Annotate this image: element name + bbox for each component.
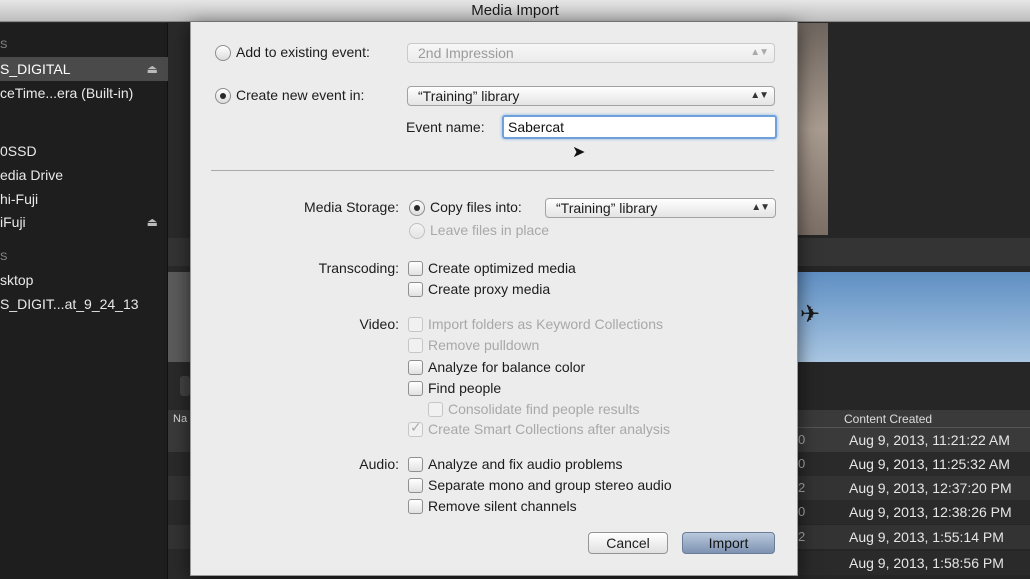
table-row[interactable]: 0 Aug 9, 2013, 12:38:26 PM (798, 500, 1030, 524)
media-storage-label: Media Storage: (304, 199, 399, 215)
audio-label: Audio: (359, 456, 399, 472)
browser-control[interactable] (180, 376, 190, 396)
find-people-label: Find people (428, 380, 502, 396)
sidebar-item-facetime-camera[interactable]: ceTime...era (Built-in) (0, 81, 168, 105)
create-new-event-label: Create new event in: (236, 87, 365, 103)
import-folders-label: Import folders as Keyword Collections (428, 316, 663, 332)
sidebar-section-header: S (0, 39, 8, 51)
preview-image (798, 23, 828, 235)
create-smart-collections-checkbox[interactable] (408, 419, 423, 437)
separate-mono-checkbox[interactable] (408, 478, 423, 493)
analyze-audio-checkbox[interactable] (408, 457, 423, 472)
existing-event-popup: 2nd Impression ▲▼ (407, 43, 775, 63)
table-row[interactable]: Aug 9, 2013, 1:58:56 PM (798, 551, 1030, 575)
create-optimized-label: Create optimized media (428, 260, 576, 276)
table-row-left[interactable] (168, 428, 190, 452)
sidebar-item-desktop[interactable]: sktop (0, 268, 168, 292)
import-folders-checkbox[interactable] (408, 317, 423, 332)
leave-files-label: Leave files in place (430, 222, 550, 238)
sidebar-item-s-digit-archive[interactable]: S_DIGIT...at_9_24_13 (0, 292, 168, 316)
sidebar-item-fuji[interactable]: iFuji ⏏ (0, 210, 168, 234)
remove-silent-checkbox[interactable] (408, 499, 423, 514)
video-label: Video: (359, 316, 399, 332)
copy-files-library-popup[interactable]: “Training” library ▲▼ (545, 198, 776, 218)
sidebar-item-s-digital[interactable]: S_DIGITAL ⏏ (0, 57, 168, 81)
remove-pulldown-checkbox[interactable] (408, 338, 423, 353)
event-name-field[interactable]: Sabercat (502, 115, 777, 139)
sidebar-item-hi-fuji[interactable]: hi-Fuji (0, 187, 168, 211)
table-row[interactable]: 0 Aug 9, 2013, 11:21:22 AM (798, 428, 1030, 452)
remove-pulldown-label: Remove pulldown (428, 337, 540, 353)
find-people-checkbox[interactable] (408, 381, 423, 396)
create-optimized-checkbox[interactable] (408, 261, 423, 276)
popup-arrows-icon: ▲▼ (750, 90, 769, 101)
remove-silent-label: Remove silent channels (428, 498, 577, 514)
popup-arrows-icon: ▲▼ (750, 47, 769, 58)
window-title: Media Import (0, 0, 1030, 22)
popup-arrows-icon: ▲▼ (751, 202, 770, 213)
table-row[interactable]: 2 Aug 9, 2013, 1:55:14 PM (798, 525, 1030, 549)
sidebar-item-blank (0, 113, 168, 137)
create-proxy-label: Create proxy media (428, 281, 551, 297)
analyze-balance-checkbox[interactable] (408, 360, 423, 375)
filmstrip-thumbnail (798, 272, 1030, 362)
import-options-sheet: Add to existing event: 2nd Impression ▲▼ … (190, 22, 798, 576)
new-event-library-popup[interactable]: “Training” library ▲▼ (407, 86, 775, 106)
sidebar-item-ssd[interactable]: 0SSD (0, 139, 168, 163)
add-existing-event-radio[interactable] (215, 45, 231, 61)
section-divider (211, 170, 774, 171)
sidebar-section-header: S (0, 251, 8, 263)
consolidate-people-checkbox[interactable] (428, 402, 443, 417)
mouse-pointer-icon: ➤ (572, 144, 586, 161)
leave-files-radio[interactable] (409, 223, 425, 239)
copy-files-label: Copy files into: (430, 199, 522, 215)
analyze-balance-label: Analyze for balance color (428, 359, 586, 375)
analyze-audio-label: Analyze and fix audio problems (428, 456, 623, 472)
import-sidebar: S S_DIGITAL ⏏ ceTime...era (Built-in) 0S… (0, 23, 168, 579)
table-row-left[interactable] (168, 525, 190, 549)
helicopter-thumbnail-icon: ✈ (800, 301, 821, 328)
create-proxy-checkbox[interactable] (408, 282, 423, 297)
sidebar-item-media-drive[interactable]: edia Drive (0, 163, 168, 187)
add-existing-event-label: Add to existing event: (236, 44, 370, 60)
create-smart-collections-label: Create Smart Collections after analysis (428, 421, 670, 437)
column-header-content-created[interactable]: Content Created (798, 410, 1030, 428)
table-row[interactable]: 2 Aug 9, 2013, 12:37:20 PM (798, 476, 1030, 500)
separate-mono-label: Separate mono and group stereo audio (428, 477, 672, 493)
consolidate-people-label: Consolidate find people results (448, 401, 640, 417)
transcoding-label: Transcoding: (318, 260, 399, 276)
filmstrip-thumbnail-left (168, 272, 190, 362)
eject-icon[interactable]: ⏏ (147, 57, 158, 81)
column-header-name[interactable]: Na (168, 410, 190, 428)
import-button[interactable]: Import (682, 532, 775, 554)
table-row-left[interactable] (168, 476, 190, 500)
event-name-label: Event name: (406, 119, 485, 135)
copy-files-radio[interactable] (409, 200, 425, 216)
table-row[interactable]: 0 Aug 9, 2013, 11:25:32 AM (798, 452, 1030, 476)
cancel-button[interactable]: Cancel (588, 532, 668, 554)
create-new-event-radio[interactable] (215, 88, 231, 104)
eject-icon[interactable]: ⏏ (147, 210, 158, 234)
